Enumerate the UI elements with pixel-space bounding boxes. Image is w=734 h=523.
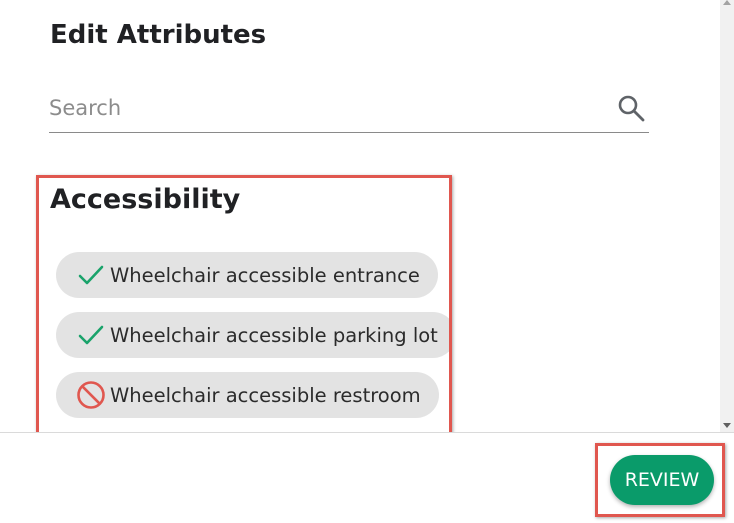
accessibility-section: Accessibility Wheelchair accessible entr…	[36, 175, 452, 432]
edit-attributes-dialog: Edit Attributes Accessibility Wheelchair…	[0, 0, 734, 523]
attribute-chip-wheelchair-entrance[interactable]: Wheelchair accessible entrance	[56, 252, 438, 298]
dialog-scroll-area[interactable]: Edit Attributes Accessibility Wheelchair…	[0, 0, 720, 432]
check-icon	[76, 320, 106, 350]
check-icon	[76, 260, 106, 290]
chip-label: Wheelchair accessible restroom	[110, 383, 421, 407]
section-title: Accessibility	[50, 184, 241, 215]
dialog-title: Edit Attributes	[50, 20, 267, 50]
search-bar	[49, 86, 649, 133]
review-button[interactable]: REVIEW	[610, 455, 714, 505]
review-button-highlight: REVIEW	[595, 443, 725, 517]
attribute-chip-wheelchair-parking[interactable]: Wheelchair accessible parking lot	[56, 312, 449, 358]
scroll-down-arrow-icon[interactable]	[723, 423, 731, 428]
search-icon[interactable]	[617, 94, 645, 122]
chip-label: Wheelchair accessible entrance	[110, 263, 420, 287]
chip-label: Wheelchair accessible parking lot	[110, 323, 438, 347]
vertical-scrollbar[interactable]	[720, 0, 734, 432]
attribute-chip-wheelchair-restroom[interactable]: Wheelchair accessible restroom	[56, 372, 439, 418]
prohibited-icon	[76, 380, 106, 410]
scroll-up-arrow-icon[interactable]	[723, 0, 731, 5]
footer-divider	[0, 432, 734, 433]
search-input[interactable]	[49, 86, 609, 130]
